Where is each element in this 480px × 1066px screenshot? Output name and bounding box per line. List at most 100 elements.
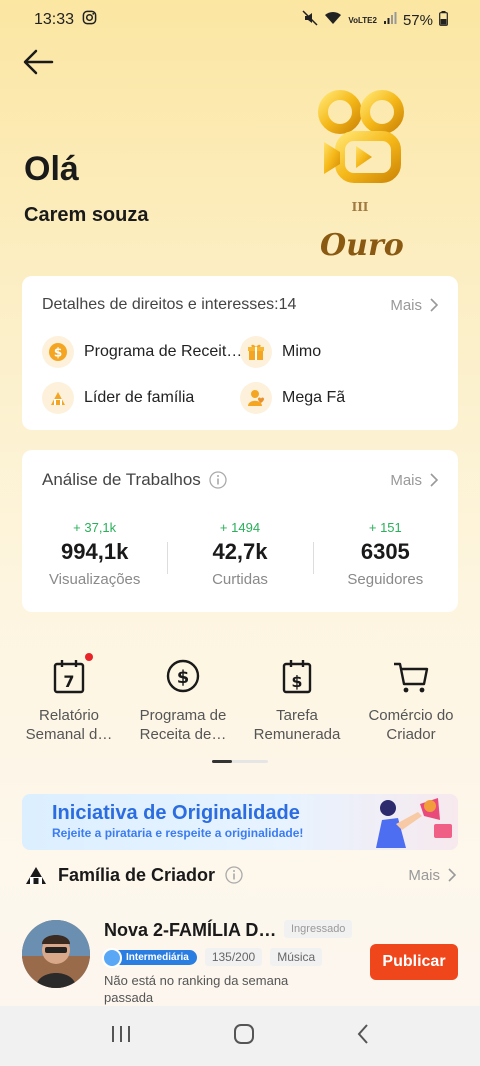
calendar-7-icon: 7: [49, 653, 93, 696]
rights-item-family-leader[interactable]: Líder de família: [42, 382, 194, 414]
rights-item-label: Líder de família: [84, 389, 195, 406]
family-list-item[interactable]: Nova 2-FAMÍLIA D… Ingressado Intermediár…: [22, 916, 458, 1006]
banner-title: Iniciativa de Originalidade: [52, 802, 300, 824]
rights-more-link[interactable]: Mais: [390, 297, 438, 314]
tool-creator-commerce[interactable]: Comércio do Criador: [354, 656, 468, 744]
rights-item-label: Mega Fã: [282, 389, 346, 406]
megaphone-illustration-icon: [376, 798, 452, 848]
more-label: Mais: [408, 866, 440, 884]
greeting: Olá: [24, 150, 79, 188]
originality-banner[interactable]: Iniciativa de Originalidade Rejeite a pi…: [22, 794, 458, 850]
dollar-circle-icon: $: [163, 656, 203, 696]
arrow-left-icon: [23, 49, 54, 75]
home-icon: [233, 1023, 254, 1044]
wifi-icon: [324, 11, 342, 29]
stat-label: Curtidas: [212, 571, 268, 588]
svg-text:7: 7: [63, 672, 74, 691]
notification-dot: [85, 653, 93, 661]
tool-label: Comércio do Criador: [368, 707, 454, 743]
stat-value: 6305: [360, 539, 410, 564]
network-label: VoLTE2: [348, 15, 377, 25]
rights-item-gift[interactable]: Mimo: [240, 336, 321, 368]
svg-text:$: $: [291, 672, 302, 691]
system-nav-bar: [0, 1006, 480, 1066]
pager-active-indicator: [212, 760, 232, 763]
badge-level: Ouro: [320, 228, 404, 263]
tool-label: Relatório Semanal d…: [25, 707, 113, 743]
family-title: Família de Criador: [58, 864, 216, 885]
gold-camera-badge-icon: III: [318, 90, 404, 214]
stat-value: 42,7k: [212, 539, 268, 564]
signal-icon: [383, 11, 397, 29]
tool-paid-task[interactable]: $ Tarefa Remunerada: [240, 656, 354, 744]
info-icon[interactable]: [225, 866, 243, 884]
avatar: [22, 920, 90, 988]
category-badge: Música: [270, 948, 323, 966]
stat-delta: + 151: [368, 520, 402, 535]
chevron-left-icon: [357, 1023, 368, 1044]
back-button[interactable]: [20, 46, 56, 78]
tool-label: Tarefa Remunerada: [253, 707, 341, 743]
username: Carem souza: [24, 204, 149, 226]
dollar-icon: $: [42, 336, 74, 368]
family-level-label: Intermediária: [126, 951, 189, 963]
rights-item-revenue-program[interactable]: $ Programa de Receit…: [42, 336, 242, 368]
family-name: Nova 2-FAMÍLIA D…: [104, 920, 277, 940]
svg-text:$: $: [177, 667, 190, 688]
home-button[interactable]: [233, 1023, 255, 1050]
publish-button[interactable]: Publicar: [370, 944, 458, 980]
info-icon[interactable]: [209, 471, 227, 489]
tool-revenue-program[interactable]: $ Programa de Receita de…: [126, 656, 240, 744]
instagram-icon: [82, 10, 97, 30]
works-title: Análise de Trabalhos: [42, 470, 201, 489]
rights-item-mega-fan[interactable]: Mega Fã: [240, 382, 345, 414]
tool-weekly-report[interactable]: 7 Relatório Semanal d…: [12, 653, 126, 744]
divider: [167, 542, 169, 574]
joined-status-badge: Ingressado: [284, 920, 353, 938]
divider: [312, 542, 314, 574]
family-section-header: Família de Criador Mais: [24, 864, 456, 886]
cart-icon: [391, 656, 431, 696]
mute-icon: [302, 10, 318, 30]
chevron-right-icon: [430, 473, 438, 487]
gift-icon: [240, 336, 272, 368]
svg-text:$: $: [54, 346, 62, 360]
family-level-badge: Intermediária: [102, 947, 197, 968]
level-shield-icon: [102, 947, 122, 968]
calendar-dollar-icon: $: [277, 656, 317, 696]
family-icon: [42, 382, 74, 414]
more-label: Mais: [390, 471, 422, 489]
stat-likes: + 1494 42,7k Curtidas: [167, 520, 312, 588]
tools-pager: [212, 760, 268, 763]
family-more-link[interactable]: Mais: [408, 867, 456, 884]
rights-item-label: Mimo: [282, 343, 322, 360]
works-more-link[interactable]: Mais: [390, 472, 438, 489]
more-label: Mais: [390, 296, 422, 314]
family-ranking-note: Não está no ranking da semana passada: [104, 973, 289, 1005]
badge-rank: III: [352, 200, 369, 214]
chevron-right-icon: [430, 298, 438, 312]
works-analysis-card: Análise de Trabalhos Mais + 37,1k 994,1k…: [22, 450, 458, 612]
tool-label: Programa de Receita de…: [139, 707, 227, 743]
rights-title: Detalhes de direitos e interesses:14: [42, 296, 297, 313]
family-house-icon: [26, 867, 46, 884]
battery-icon: [439, 10, 448, 30]
fan-icon: [240, 382, 272, 414]
banner-subtitle: Rejeite a pirataria e respeite a origina…: [52, 826, 304, 840]
stat-delta: + 37,1k: [73, 520, 117, 535]
status-bar: 13:33 VoLTE2 57%: [0, 0, 480, 40]
stat-value: 994,1k: [61, 539, 129, 564]
chevron-right-icon: [448, 868, 456, 882]
status-time: 13:33: [34, 11, 75, 28]
battery-percent: 57%: [402, 11, 433, 29]
stat-label: Seguidores: [347, 571, 424, 588]
recent-apps-button[interactable]: [110, 1024, 132, 1049]
stat-views: + 37,1k 994,1k Visualizações: [22, 520, 167, 588]
system-back-button[interactable]: [356, 1023, 370, 1050]
rights-item-label: Programa de Receit…: [84, 343, 243, 360]
recent-apps-icon: [112, 1025, 131, 1042]
tools-row: 7 Relatório Semanal d… $ Programa de Rec…: [0, 653, 480, 744]
stat-followers: + 151 6305 Seguidores: [312, 520, 458, 588]
stat-label: Visualizações: [48, 571, 141, 588]
member-count-badge: 135/200: [204, 948, 263, 966]
